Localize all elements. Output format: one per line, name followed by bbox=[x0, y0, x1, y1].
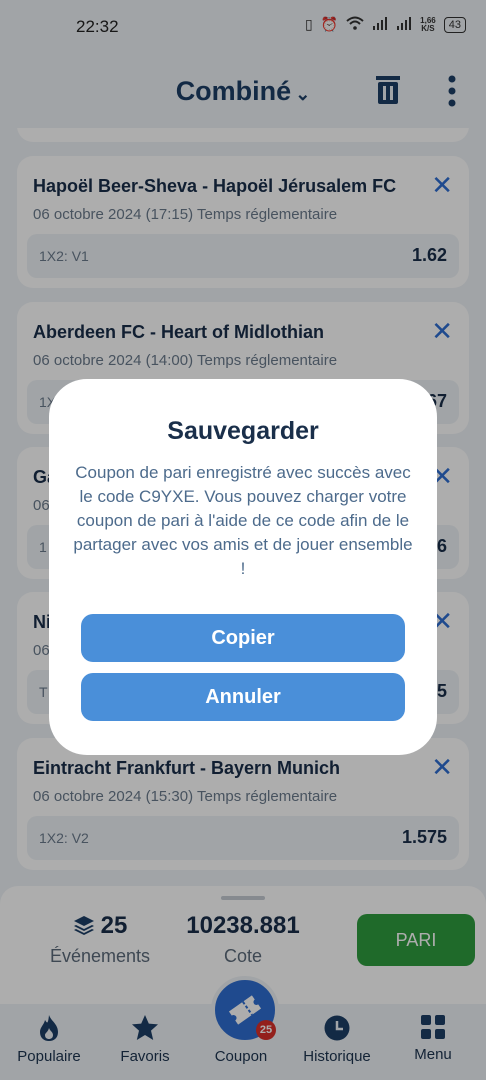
dialog-title: Sauvegarder bbox=[167, 417, 319, 445]
copy-button[interactable]: Copier bbox=[81, 614, 405, 662]
cancel-button[interactable]: Annuler bbox=[81, 673, 405, 721]
save-dialog: Sauvegarder Coupon de pari enregistré av… bbox=[49, 379, 437, 755]
dialog-message: Coupon de pari enregistré avec succès av… bbox=[73, 463, 413, 578]
